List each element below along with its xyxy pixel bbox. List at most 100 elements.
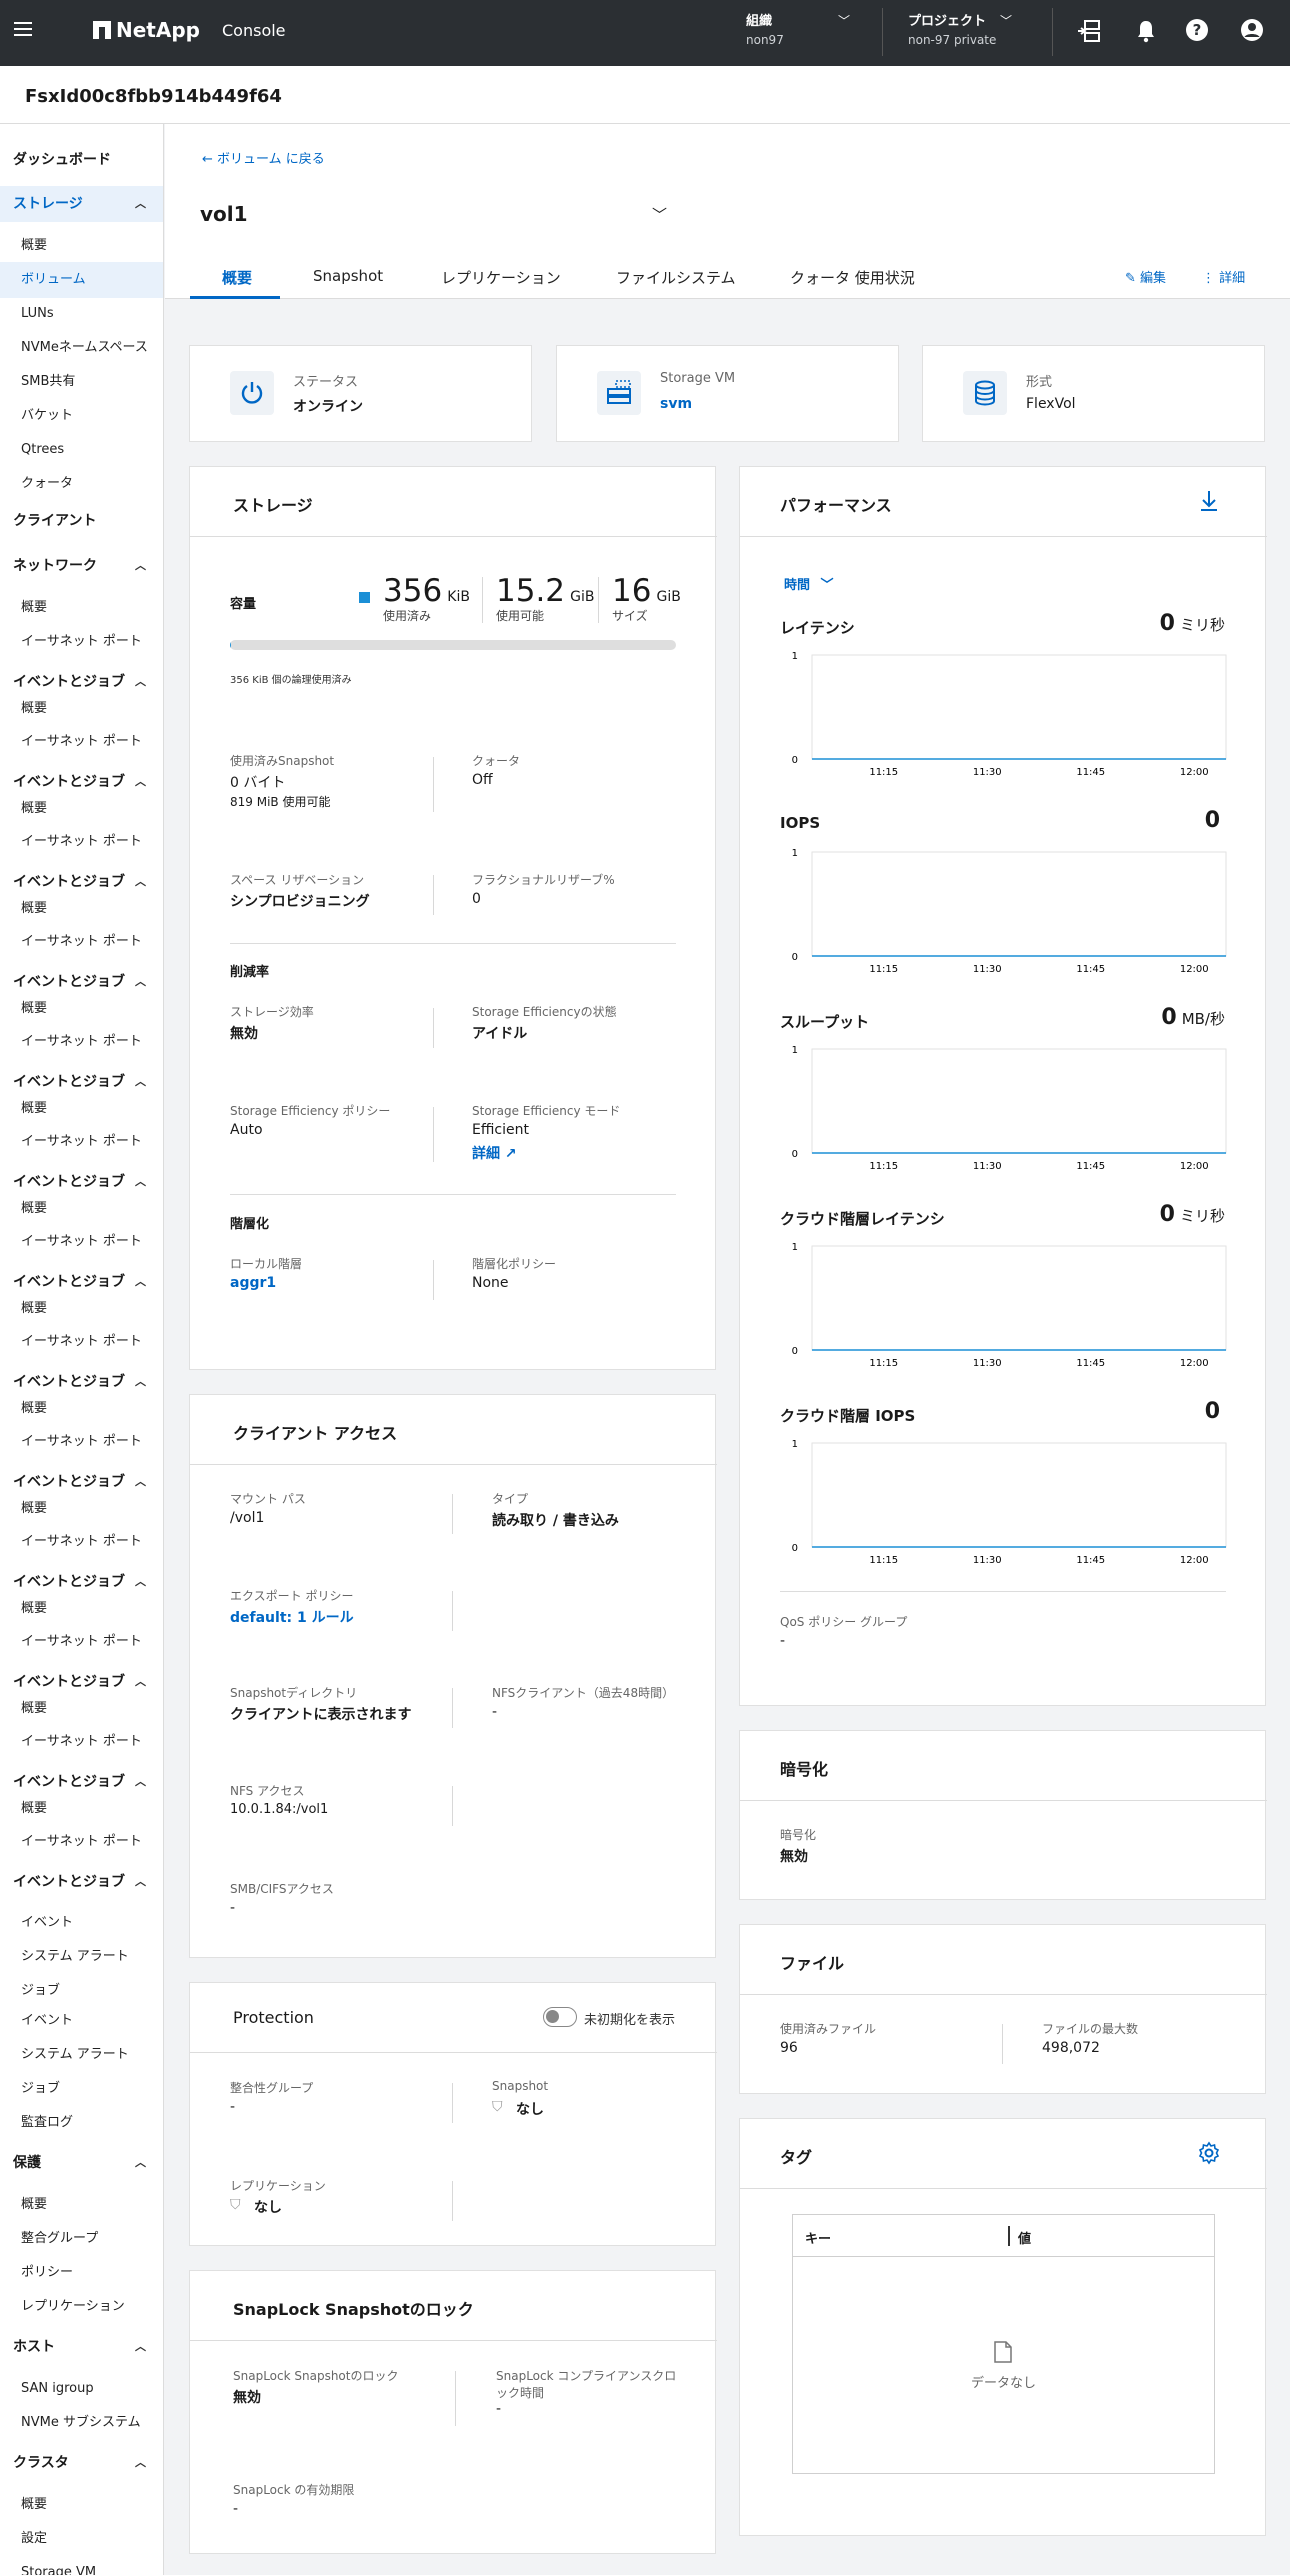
chevron-up-icon[interactable]: ︿ (135, 2338, 146, 2356)
sidebar-item[interactable]: イーサネット ポート (0, 1133, 163, 1151)
tab-replication[interactable]: レプリケーション (441, 267, 561, 288)
back-link[interactable]: ← ボリューム に戻る (202, 148, 325, 167)
download-icon[interactable] (1198, 489, 1220, 513)
sidebar-item[interactable]: イベント (0, 1914, 163, 1932)
chevron-up-icon[interactable]: ︿ (135, 195, 146, 213)
sidebar-section-header[interactable]: クライアント (0, 512, 163, 530)
sidebar-item[interactable]: イーサネット ポート (0, 933, 163, 951)
sidebar-item[interactable]: イーサネット ポート (0, 1833, 163, 1851)
details-menu-button[interactable]: ⋮ 詳細 (1202, 267, 1245, 286)
tab-quota-usage[interactable]: クォータ 使用状況 (790, 267, 915, 288)
sidebar-item[interactable]: イーサネット ポート (0, 1433, 163, 1451)
sidebar-item[interactable]: 概要 (0, 1600, 163, 1618)
show-uninitialized-toggle[interactable] (543, 2007, 577, 2027)
sidebar-item[interactable]: イーサネット ポート (0, 733, 163, 751)
sidebar-section-header[interactable]: 保護 ︿ (0, 2154, 163, 2172)
sidebar-section-header[interactable]: イベントとジョブ ︿ (0, 1373, 163, 1391)
sidebar-item[interactable]: イーサネット ポート (0, 1233, 163, 1251)
gear-icon[interactable] (1197, 2141, 1221, 2165)
tab-overview[interactable]: 概要 (222, 267, 252, 288)
sidebar-item[interactable]: Qtrees (0, 441, 163, 459)
sidebar-item[interactable]: 概要 (0, 1700, 163, 1718)
sidebar-item[interactable]: Storage VM (0, 2564, 163, 2575)
sidebar-item[interactable]: イーサネット ポート (0, 1633, 163, 1651)
chevron-up-icon[interactable]: ︿ (135, 2454, 146, 2472)
sidebar-item[interactable]: イーサネット ポート (0, 1733, 163, 1751)
sidebar-item[interactable]: 監査ログ (0, 2114, 163, 2132)
sidebar-item[interactable]: LUNs (0, 305, 163, 323)
sidebar-section-header[interactable]: イベントとジョブ ︿ (0, 1773, 163, 1791)
sidebar-section-header[interactable]: イベントとジョブ ︿ (0, 973, 163, 991)
sidebar-item[interactable]: 整合グループ (0, 2230, 163, 2248)
sidebar-item[interactable]: バケット (0, 407, 163, 425)
sidebar-item[interactable]: レプリケーション (0, 2298, 163, 2316)
chevron-up-icon[interactable]: ︿ (135, 1873, 146, 1891)
local-tier-link[interactable]: aggr1 (230, 1275, 276, 1291)
sidebar-section-header[interactable]: ダッシュボード (0, 151, 163, 169)
sidebar-item[interactable]: イーサネット ポート (0, 633, 163, 651)
sidebar-item[interactable]: 設定 (0, 2530, 163, 2548)
chevron-up-icon[interactable]: ︿ (135, 1173, 146, 1191)
help-icon[interactable]: ? (1185, 18, 1209, 42)
chevron-up-icon[interactable]: ︿ (135, 1273, 146, 1291)
project-selector[interactable]: プロジェクト non-97 private ﹀ (908, 10, 1028, 54)
sidebar-item[interactable]: ジョブ (0, 1982, 163, 2000)
time-range-selector[interactable]: 時間 ﹀ (784, 574, 834, 593)
export-policy-link[interactable]: default: 1 ルール (230, 1607, 354, 1627)
chevron-up-icon[interactable]: ︿ (135, 1373, 146, 1391)
sidebar-item[interactable]: 概要 (0, 1800, 163, 1818)
sidebar-section-header[interactable]: ホスト ︿ (0, 2338, 163, 2356)
user-avatar-icon[interactable] (1240, 18, 1264, 42)
sidebar-section-header[interactable]: ストレージ ︿ (0, 186, 163, 222)
sidebar-item[interactable]: NVMe サブシステム (0, 2414, 163, 2432)
sidebar-item[interactable]: ジョブ (0, 2080, 163, 2098)
tab-snapshot[interactable]: Snapshot (313, 267, 383, 285)
sidebar-item[interactable]: システム アラート (0, 1948, 163, 1966)
sidebar-item[interactable]: SMB共有 (0, 373, 163, 391)
chevron-up-icon[interactable]: ︿ (135, 1573, 146, 1591)
sidebar-item[interactable]: ボリューム (0, 262, 163, 298)
efficiency-detail-link[interactable]: 詳細 ↗ (472, 1143, 517, 1163)
bell-icon[interactable] (1135, 19, 1157, 43)
sidebar-section-header[interactable]: イベントとジョブ ︿ (0, 673, 163, 691)
sidebar-item[interactable]: システム アラート (0, 2046, 163, 2064)
edit-button[interactable]: ✎ 編集 (1125, 267, 1166, 286)
sidebar-item[interactable]: 概要 (0, 1200, 163, 1218)
sidebar-item[interactable]: 概要 (0, 599, 163, 617)
sidebar-section-header[interactable]: クラスタ ︿ (0, 2454, 163, 2472)
sidebar-item[interactable]: 概要 (0, 1400, 163, 1418)
sidebar-section-header[interactable]: イベントとジョブ ︿ (0, 1873, 163, 1891)
org-selector[interactable]: 組織 non97 ﹀ (746, 10, 856, 54)
sidebar-item[interactable]: クォータ (0, 475, 163, 493)
sidebar-section-header[interactable]: イベントとジョブ ︿ (0, 1173, 163, 1191)
sidebar-section-header[interactable]: イベントとジョブ ︿ (0, 773, 163, 791)
sidebar-item[interactable]: 概要 (0, 1000, 163, 1018)
volume-selector[interactable]: vol1 ﹀ (200, 202, 680, 232)
chevron-up-icon[interactable]: ︿ (135, 557, 146, 575)
sidebar-item[interactable]: ポリシー (0, 2264, 163, 2282)
sidebar-item[interactable]: イーサネット ポート (0, 1033, 163, 1051)
sidebar-item[interactable]: SAN igroup (0, 2380, 163, 2398)
sidebar-item[interactable]: 概要 (0, 1100, 163, 1118)
sidebar-item[interactable]: 概要 (0, 900, 163, 918)
sidebar-item[interactable]: NVMeネームスペース (0, 339, 163, 357)
hamburger-menu-icon[interactable] (12, 18, 34, 40)
sidebar-item[interactable]: 概要 (0, 237, 163, 255)
chevron-up-icon[interactable]: ︿ (135, 1773, 146, 1791)
sidebar-item[interactable]: 概要 (0, 800, 163, 818)
chevron-up-icon[interactable]: ︿ (135, 2154, 146, 2172)
tab-filesystem[interactable]: ファイルシステム (616, 267, 736, 288)
sidebar-section-header[interactable]: イベントとジョブ ︿ (0, 1473, 163, 1491)
connector-icon[interactable] (1077, 19, 1103, 43)
chevron-up-icon[interactable]: ︿ (135, 1673, 146, 1691)
sidebar-item[interactable]: イーサネット ポート (0, 1533, 163, 1551)
sidebar-item[interactable]: イーサネット ポート (0, 833, 163, 851)
chevron-up-icon[interactable]: ︿ (135, 1073, 146, 1091)
sidebar-section-header[interactable]: イベントとジョブ ︿ (0, 1573, 163, 1591)
storage-vm-link[interactable]: svm (660, 396, 692, 412)
sidebar-section-header[interactable]: イベントとジョブ ︿ (0, 1273, 163, 1291)
sidebar-section-header[interactable]: イベントとジョブ ︿ (0, 1673, 163, 1691)
sidebar-section-header[interactable]: イベントとジョブ ︿ (0, 1073, 163, 1091)
sidebar-item[interactable]: 概要 (0, 2196, 163, 2214)
sidebar-item[interactable]: 概要 (0, 1500, 163, 1518)
